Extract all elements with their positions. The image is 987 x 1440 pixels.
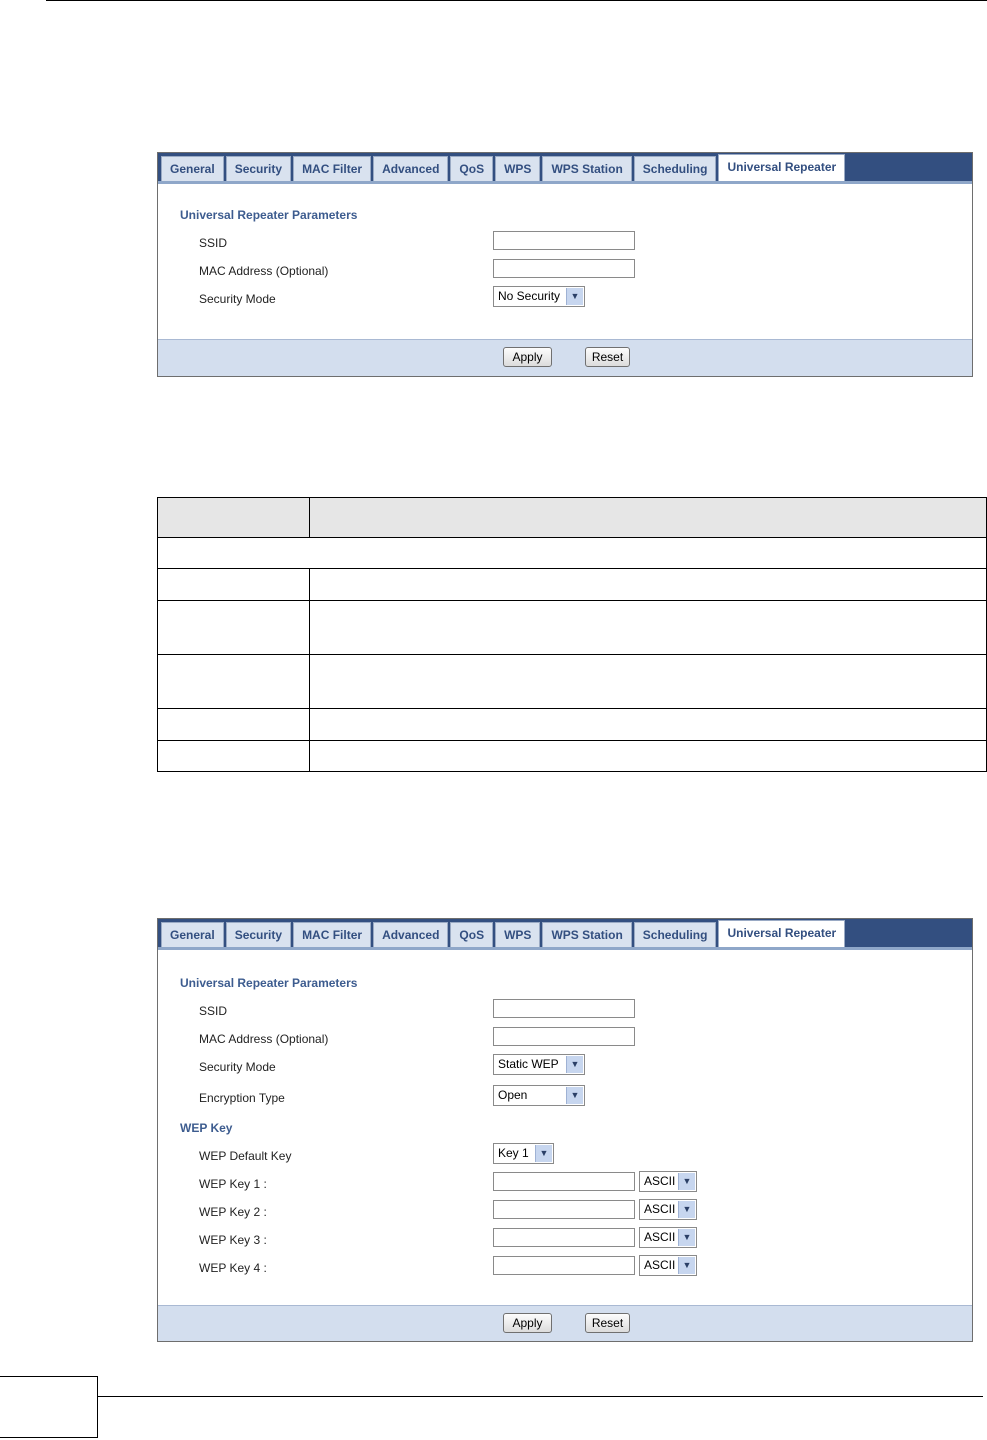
ssid-label: SSID bbox=[199, 236, 228, 250]
ssid-label: SSID bbox=[199, 1004, 228, 1018]
tab-wps[interactable]: WPS bbox=[495, 156, 541, 181]
wep-default-key-label: WEP Default Key bbox=[199, 1149, 292, 1163]
table-cell bbox=[157, 537, 987, 569]
section-title-universal-repeater: Universal Repeater Parameters bbox=[180, 208, 358, 222]
encryption-type-label: Encryption Type bbox=[199, 1091, 285, 1105]
wep-key-4-input[interactable] bbox=[493, 1256, 635, 1275]
universal-repeater-screen-no-security: General Security MAC Filter Advanced QoS… bbox=[157, 152, 973, 377]
security-mode-select[interactable]: No Security ▼ bbox=[493, 286, 585, 307]
button-bar: Apply Reset bbox=[158, 339, 972, 376]
tab-scheduling[interactable]: Scheduling bbox=[633, 156, 717, 181]
tab-scheduling[interactable]: Scheduling bbox=[633, 922, 717, 947]
mac-address-input[interactable] bbox=[493, 259, 635, 278]
wep-key-2-label: WEP Key 2 : bbox=[199, 1205, 267, 1219]
tab-universal-repeater[interactable]: Universal Repeater bbox=[718, 154, 846, 181]
tab-bar: General Security MAC Filter Advanced QoS… bbox=[158, 153, 972, 184]
mac-address-input[interactable] bbox=[493, 1027, 635, 1046]
tab-security[interactable]: Security bbox=[225, 156, 292, 181]
table-header-row bbox=[157, 497, 987, 538]
tab-security[interactable]: Security bbox=[225, 922, 292, 947]
table-cell bbox=[157, 654, 310, 709]
encryption-type-select[interactable]: Open ▼ bbox=[493, 1085, 585, 1106]
tab-advanced[interactable]: Advanced bbox=[373, 922, 449, 947]
wep-key-1-input[interactable] bbox=[493, 1172, 635, 1191]
security-mode-value: No Security bbox=[498, 289, 561, 303]
mac-address-label: MAC Address (Optional) bbox=[199, 1032, 329, 1046]
tab-mac-filter[interactable]: MAC Filter bbox=[293, 156, 372, 181]
mac-address-label: MAC Address (Optional) bbox=[199, 264, 329, 278]
wep-key-3-format-value: ASCII bbox=[644, 1230, 676, 1244]
apply-button[interactable]: Apply bbox=[503, 1313, 552, 1333]
table-row bbox=[157, 740, 987, 772]
tab-mac-filter[interactable]: MAC Filter bbox=[293, 922, 372, 947]
chevron-down-icon: ▼ bbox=[678, 1173, 695, 1190]
wep-key-2-format-select[interactable]: ASCII ▼ bbox=[639, 1199, 697, 1220]
chevron-down-icon: ▼ bbox=[566, 1056, 583, 1073]
wep-key-3-label: WEP Key 3 : bbox=[199, 1233, 267, 1247]
table-row bbox=[157, 654, 987, 709]
apply-button[interactable]: Apply bbox=[503, 347, 552, 367]
table-row bbox=[157, 708, 987, 741]
chevron-down-icon: ▼ bbox=[566, 1087, 583, 1104]
header-rule bbox=[46, 0, 987, 1]
universal-repeater-screen-static-wep: General Security MAC Filter Advanced QoS… bbox=[157, 918, 973, 1342]
table-cell bbox=[157, 568, 310, 601]
tab-bar: General Security MAC Filter Advanced QoS… bbox=[158, 919, 972, 950]
wep-key-3-input[interactable] bbox=[493, 1228, 635, 1247]
security-mode-select[interactable]: Static WEP ▼ bbox=[493, 1054, 585, 1075]
chevron-down-icon: ▼ bbox=[535, 1145, 552, 1162]
table-cell bbox=[157, 708, 310, 741]
tab-general[interactable]: General bbox=[161, 156, 224, 181]
wep-key-3-format-select[interactable]: ASCII ▼ bbox=[639, 1227, 697, 1248]
button-bar: Apply Reset bbox=[158, 1305, 972, 1341]
table-header-cell bbox=[309, 497, 987, 538]
tab-advanced[interactable]: Advanced bbox=[373, 156, 449, 181]
tab-wps-station[interactable]: WPS Station bbox=[542, 922, 632, 947]
field-description-table bbox=[157, 497, 987, 772]
wep-default-key-select[interactable]: Key 1 ▼ bbox=[493, 1143, 554, 1164]
ssid-input[interactable] bbox=[493, 231, 635, 250]
wep-default-key-value: Key 1 bbox=[498, 1146, 529, 1160]
reset-button[interactable]: Reset bbox=[585, 1313, 630, 1333]
table-row bbox=[157, 600, 987, 655]
table-cell bbox=[157, 600, 310, 655]
wep-key-2-format-value: ASCII bbox=[644, 1202, 676, 1216]
reset-button[interactable]: Reset bbox=[585, 347, 630, 367]
chevron-down-icon: ▼ bbox=[678, 1257, 695, 1274]
wep-key-4-format-select[interactable]: ASCII ▼ bbox=[639, 1255, 697, 1276]
table-row bbox=[157, 537, 987, 569]
section-title-wep-key: WEP Key bbox=[180, 1121, 233, 1135]
wep-key-1-format-select[interactable]: ASCII ▼ bbox=[639, 1171, 697, 1192]
wep-key-4-format-value: ASCII bbox=[644, 1258, 676, 1272]
table-header-cell bbox=[157, 497, 310, 538]
wep-key-1-label: WEP Key 1 : bbox=[199, 1177, 267, 1191]
wep-key-1-format-value: ASCII bbox=[644, 1174, 676, 1188]
table-cell bbox=[309, 600, 987, 655]
ssid-input[interactable] bbox=[493, 999, 635, 1018]
encryption-type-value: Open bbox=[498, 1088, 528, 1102]
table-row bbox=[157, 568, 987, 601]
tab-qos[interactable]: QoS bbox=[450, 156, 494, 181]
tab-wps-station[interactable]: WPS Station bbox=[542, 156, 632, 181]
security-mode-label: Security Mode bbox=[199, 292, 276, 306]
security-mode-label: Security Mode bbox=[199, 1060, 276, 1074]
tab-wps[interactable]: WPS bbox=[495, 922, 541, 947]
chevron-down-icon: ▼ bbox=[678, 1201, 695, 1218]
section-title-universal-repeater: Universal Repeater Parameters bbox=[180, 976, 358, 990]
table-cell bbox=[309, 708, 987, 741]
table-cell bbox=[309, 740, 987, 772]
chevron-down-icon: ▼ bbox=[678, 1229, 695, 1246]
table-cell bbox=[157, 740, 310, 772]
page-number-box bbox=[0, 1376, 98, 1438]
footer-rule bbox=[98, 1396, 983, 1397]
wep-key-2-input[interactable] bbox=[493, 1200, 635, 1219]
wep-key-4-label: WEP Key 4 : bbox=[199, 1261, 267, 1275]
tab-qos[interactable]: QoS bbox=[450, 922, 494, 947]
table-cell bbox=[309, 654, 987, 709]
chevron-down-icon: ▼ bbox=[566, 288, 583, 305]
security-mode-value: Static WEP bbox=[498, 1057, 559, 1071]
tab-universal-repeater[interactable]: Universal Repeater bbox=[718, 920, 846, 947]
tab-general[interactable]: General bbox=[161, 922, 224, 947]
table-cell bbox=[309, 568, 987, 601]
